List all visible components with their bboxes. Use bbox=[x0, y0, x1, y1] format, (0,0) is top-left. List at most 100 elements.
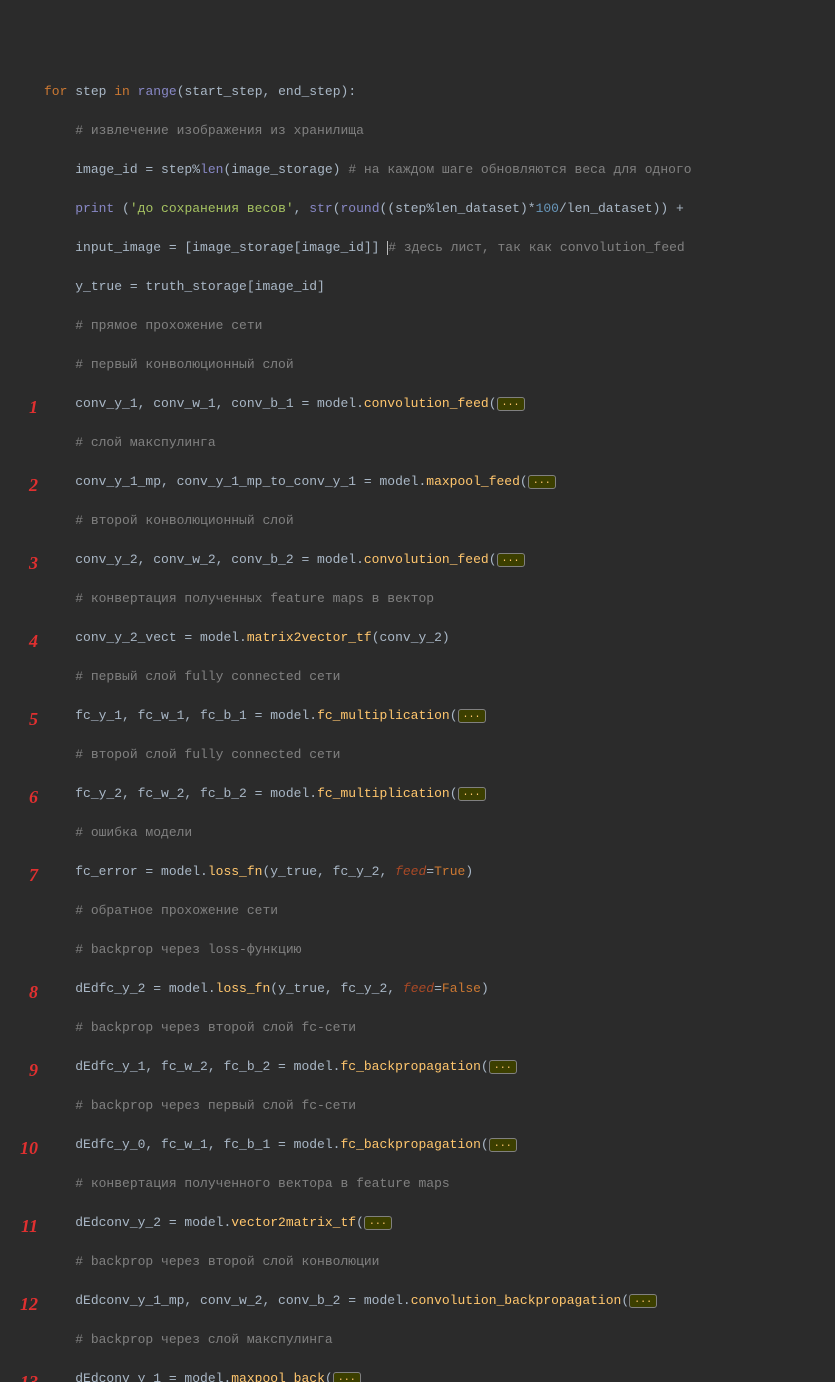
code-line[interactable]: print ('до сохранения весов', str(round(… bbox=[0, 199, 835, 219]
text: image_id = step bbox=[75, 162, 192, 177]
text: (conv_y_2) bbox=[372, 630, 450, 645]
annotation-number: 5 bbox=[2, 706, 38, 733]
comment: # на каждом шаге обновляются веса для од… bbox=[348, 162, 691, 177]
comment: # backprop через слой макспулинга bbox=[75, 1332, 332, 1347]
fold-marker[interactable]: ... bbox=[497, 553, 525, 567]
code-line[interactable]: # конвертация полученных feature maps в … bbox=[0, 589, 835, 609]
annotation-number: 4 bbox=[2, 628, 38, 655]
ident-step: step bbox=[75, 84, 106, 99]
code-line[interactable]: 8 dEdfc_y_2 = model.loss_fn(y_true, fc_y… bbox=[0, 979, 835, 999]
method-call: convolution_feed bbox=[364, 396, 489, 411]
text: conv_y_2, conv_w_2, conv_b_2 = model. bbox=[75, 552, 364, 567]
text: dEdconv_y_1 = model. bbox=[75, 1371, 231, 1382]
code-line[interactable]: # обратное прохожение сети bbox=[0, 901, 835, 921]
code-line[interactable]: input_image = [image_storage[image_id]] … bbox=[0, 238, 835, 258]
fold-marker[interactable]: ... bbox=[489, 1138, 517, 1152]
text: (image_storage) bbox=[223, 162, 340, 177]
text: ( bbox=[114, 201, 130, 216]
fold-marker[interactable]: ... bbox=[497, 397, 525, 411]
comment: # обратное прохожение сети bbox=[75, 903, 278, 918]
code-line[interactable]: # ошибка модели bbox=[0, 823, 835, 843]
text: , bbox=[294, 201, 310, 216]
code-line[interactable]: 4 conv_y_2_vect = model.matrix2vector_tf… bbox=[0, 628, 835, 648]
text: (start_step, end_step): bbox=[177, 84, 356, 99]
fold-marker[interactable]: ... bbox=[333, 1372, 361, 1382]
code-line[interactable]: # backprop через второй слой fc-сети bbox=[0, 1018, 835, 1038]
code-line[interactable]: image_id = step%len(image_storage) # на … bbox=[0, 160, 835, 180]
annotation-number: 11 bbox=[2, 1213, 38, 1240]
text: ( bbox=[450, 708, 458, 723]
comment: # backprop через второй слой конволюции bbox=[75, 1254, 379, 1269]
code-line[interactable]: 5 fc_y_1, fc_w_1, fc_b_1 = model.fc_mult… bbox=[0, 706, 835, 726]
keyword-for: for bbox=[44, 84, 67, 99]
method-call: fc_backpropagation bbox=[340, 1137, 480, 1152]
text: ) bbox=[481, 981, 489, 996]
method-call: convolution_feed bbox=[364, 552, 489, 567]
fold-marker[interactable]: ... bbox=[458, 787, 486, 801]
code-line[interactable]: 10 dEdfc_y_0, fc_w_1, fc_b_1 = model.fc_… bbox=[0, 1135, 835, 1155]
fold-marker[interactable]: ... bbox=[528, 475, 556, 489]
comment: # конвертация полученных feature maps в … bbox=[75, 591, 434, 606]
text: dEdfc_y_2 = model. bbox=[75, 981, 215, 996]
code-line[interactable]: 12 dEdconv_y_1_mp, conv_w_2, conv_b_2 = … bbox=[0, 1291, 835, 1311]
text: dEdconv_y_2 = model. bbox=[75, 1215, 231, 1230]
code-line[interactable]: # второй конволюционный слой bbox=[0, 511, 835, 531]
fold-marker[interactable]: ... bbox=[458, 709, 486, 723]
fold-marker[interactable]: ... bbox=[629, 1294, 657, 1308]
code-line[interactable]: # backprop через loss-функцию bbox=[0, 940, 835, 960]
code-line[interactable]: # backprop через первый слой fc-сети bbox=[0, 1096, 835, 1116]
comment: # конвертация полученного вектора в feat… bbox=[75, 1176, 449, 1191]
code-line[interactable]: y_true = truth_storage[image_id] bbox=[0, 277, 835, 297]
code-line[interactable]: # прямое прохожение сети bbox=[0, 316, 835, 336]
text: fc_error = model. bbox=[75, 864, 208, 879]
annotation-number: 3 bbox=[2, 550, 38, 577]
code-line[interactable]: # слой макспулинга bbox=[0, 433, 835, 453]
method-call: vector2matrix_tf bbox=[231, 1215, 356, 1230]
op-eq: = bbox=[426, 864, 434, 879]
code-line[interactable]: 9 dEdfc_y_1, fc_w_2, fc_b_2 = model.fc_b… bbox=[0, 1057, 835, 1077]
annotation-number: 7 bbox=[2, 862, 38, 889]
code-line[interactable]: # backprop через слой макспулинга bbox=[0, 1330, 835, 1350]
string: 'до сохранения весов' bbox=[130, 201, 294, 216]
code-line[interactable]: # извлечение изображения из хранилища bbox=[0, 121, 835, 141]
code-line[interactable]: 7 fc_error = model.loss_fn(y_true, fc_y_… bbox=[0, 862, 835, 882]
fold-marker[interactable]: ... bbox=[364, 1216, 392, 1230]
method-call: maxpool_feed bbox=[426, 474, 520, 489]
annotation-number: 9 bbox=[2, 1057, 38, 1084]
annotation-number: 8 bbox=[2, 979, 38, 1006]
code-line[interactable]: # конвертация полученного вектора в feat… bbox=[0, 1174, 835, 1194]
text: ( bbox=[333, 201, 341, 216]
op-plus: + bbox=[676, 201, 684, 216]
code-line[interactable]: 13 dEdconv_y_1 = model.maxpool_back(... bbox=[0, 1369, 835, 1382]
text: ( bbox=[489, 396, 497, 411]
code-line[interactable]: # первый слой fully connected сети bbox=[0, 667, 835, 687]
comment: # backprop через loss-функцию bbox=[75, 942, 301, 957]
number: 100 bbox=[536, 201, 559, 216]
op-mod: % bbox=[192, 162, 200, 177]
code-line[interactable]: # первый конволюционный слой bbox=[0, 355, 835, 375]
op-eq: = bbox=[434, 981, 442, 996]
method-call: loss_fn bbox=[216, 981, 271, 996]
text: ( bbox=[520, 474, 528, 489]
code-line[interactable]: # backprop через второй слой конволюции bbox=[0, 1252, 835, 1272]
comment: # слой макспулинга bbox=[75, 435, 215, 450]
code-line[interactable]: 2 conv_y_1_mp, conv_y_1_mp_to_conv_y_1 =… bbox=[0, 472, 835, 492]
text: dEdconv_y_1_mp, conv_w_2, conv_b_2 = mod… bbox=[75, 1293, 410, 1308]
annotation-number: 12 bbox=[2, 1291, 38, 1318]
code-line[interactable]: 3 conv_y_2, conv_w_2, conv_b_2 = model.c… bbox=[0, 550, 835, 570]
code-line[interactable]: for step in range(start_step, end_step): bbox=[0, 82, 835, 102]
code-line[interactable]: 6 fc_y_2, fc_w_2, fc_b_2 = model.fc_mult… bbox=[0, 784, 835, 804]
text: dEdfc_y_1, fc_w_2, fc_b_2 = model. bbox=[75, 1059, 340, 1074]
annotation-number: 1 bbox=[2, 394, 38, 421]
code-line[interactable]: # второй слой fully connected сети bbox=[0, 745, 835, 765]
text: ( bbox=[489, 552, 497, 567]
keyword-in: in bbox=[114, 84, 130, 99]
text: ( bbox=[356, 1215, 364, 1230]
param-feed: feed bbox=[395, 864, 426, 879]
code-line[interactable]: 1 conv_y_1, conv_w_1, conv_b_1 = model.c… bbox=[0, 394, 835, 414]
text: ( bbox=[450, 786, 458, 801]
text: (y_true, fc_y_2, bbox=[262, 864, 395, 879]
bool-false: False bbox=[442, 981, 481, 996]
code-line[interactable]: 11 dEdconv_y_2 = model.vector2matrix_tf(… bbox=[0, 1213, 835, 1233]
fold-marker[interactable]: ... bbox=[489, 1060, 517, 1074]
